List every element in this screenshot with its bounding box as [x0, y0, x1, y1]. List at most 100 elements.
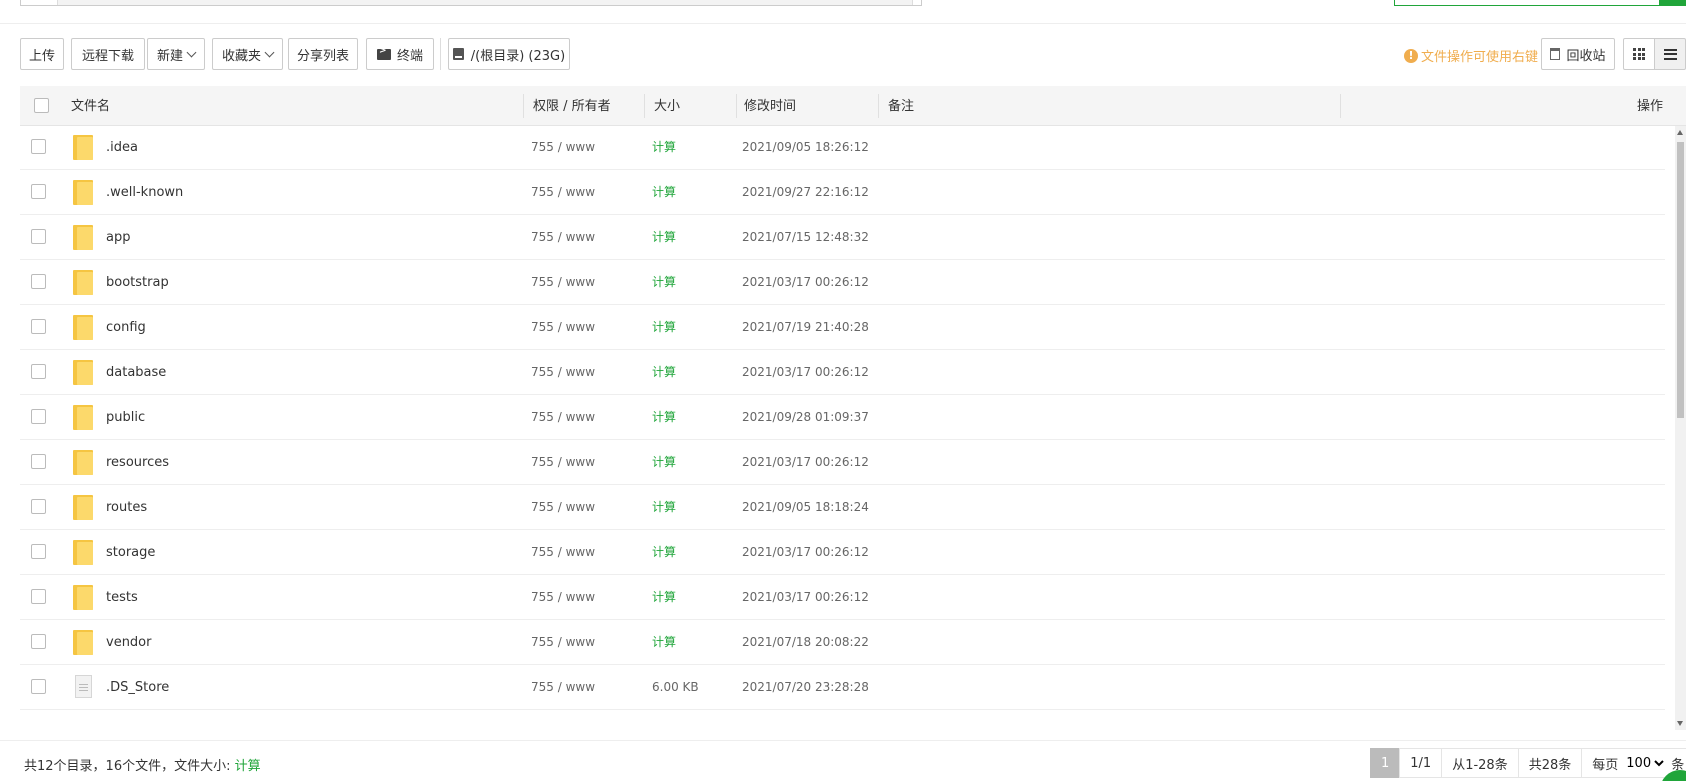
file-name[interactable]: storage	[106, 530, 155, 575]
table-scrollbar[interactable]	[1675, 126, 1686, 730]
file-name[interactable]: routes	[106, 485, 147, 530]
upload-button[interactable]: 上传	[20, 38, 64, 70]
file-size[interactable]: 计算	[652, 260, 676, 305]
row-checkbox[interactable]	[31, 409, 46, 424]
total-count: 共28条	[1517, 748, 1583, 778]
perm-owner[interactable]: 755 / www	[531, 530, 595, 575]
file-size[interactable]: 计算	[652, 305, 676, 350]
file-name[interactable]: .well-known	[106, 170, 183, 215]
file-size[interactable]: 计算	[652, 215, 676, 260]
search-button[interactable]	[1659, 0, 1685, 5]
table-row[interactable]: database 755 / www 计算 2021/03/17 00:26:12	[20, 350, 1665, 395]
table-row[interactable]: .DS_Store 755 / www 6.00 KB 2021/07/20 23:2…	[20, 665, 1665, 710]
file-name[interactable]: .DS_Store	[106, 665, 169, 710]
row-checkbox[interactable]	[31, 589, 46, 604]
terminal-button[interactable]: 终端	[366, 38, 434, 70]
file-size[interactable]: 计算	[652, 170, 676, 215]
row-checkbox[interactable]	[31, 544, 46, 559]
terminal-icon	[376, 46, 391, 60]
file-size[interactable]: 计算	[652, 530, 676, 575]
hint-label: 文件操作可使用右键	[1421, 50, 1539, 65]
file-name[interactable]: vendor	[106, 620, 151, 665]
perm-owner[interactable]: 755 / www	[531, 395, 595, 440]
per-page-select[interactable]: 100	[1622, 754, 1668, 772]
scroll-thumb[interactable]	[1677, 142, 1684, 418]
row-checkbox[interactable]	[31, 319, 46, 334]
share-list-button[interactable]: 分享列表	[288, 38, 358, 70]
file-name[interactable]: tests	[106, 575, 138, 620]
toolbar-divider	[440, 38, 441, 70]
pagination: 1 1/1 从1-28条 共28条 每页 100 条	[1370, 748, 1686, 778]
scroll-down-arrow[interactable]	[1677, 721, 1683, 726]
disk-button[interactable]: /(根目录) (23G)	[448, 38, 570, 70]
table-row[interactable]: public 755 / www 计算 2021/09/28 01:09:37	[20, 395, 1665, 440]
new-label: 新建	[156, 48, 183, 64]
list-view-button[interactable]	[1654, 38, 1686, 70]
table-row[interactable]: .well-known 755 / www 计算 2021/09/27 22:16:1…	[20, 170, 1665, 215]
header-name[interactable]: 文件名	[71, 86, 110, 126]
table-row[interactable]: config 755 / www 计算 2021/07/19 21:40:28	[20, 305, 1665, 350]
file-name[interactable]: .idea	[106, 126, 138, 170]
new-dropdown-button[interactable]: 新建	[147, 38, 205, 70]
header-mtime[interactable]: 修改时间	[744, 86, 796, 126]
calc-total-size-link[interactable]: 计算	[235, 759, 261, 774]
file-size[interactable]: 计算	[652, 575, 676, 620]
file-name[interactable]: database	[106, 350, 166, 395]
row-checkbox[interactable]	[31, 679, 46, 694]
file-size[interactable]: 计算	[652, 395, 676, 440]
file-list: .idea 755 / www 计算 2021/09/05 18:26:12 .well…	[20, 126, 1686, 730]
perm-owner[interactable]: 755 / www	[531, 126, 595, 170]
path-segment[interactable]	[57, 0, 913, 5]
recycle-bin-button[interactable]: 回收站	[1541, 38, 1615, 70]
favorites-label: 收藏夹	[221, 48, 261, 64]
row-checkbox[interactable]	[31, 139, 46, 154]
table-row[interactable]: app 755 / www 计算 2021/07/15 12:48:32	[20, 215, 1665, 260]
search-input[interactable]	[1394, 0, 1686, 6]
file-name[interactable]: bootstrap	[106, 260, 169, 305]
file-size[interactable]: 计算	[652, 440, 676, 485]
header-size[interactable]: 大小	[654, 86, 680, 126]
select-all-checkbox[interactable]	[34, 98, 49, 113]
path-input[interactable]	[20, 0, 922, 6]
file-size[interactable]: 计算	[652, 485, 676, 530]
file-name[interactable]: app	[106, 215, 130, 260]
file-size[interactable]: 计算	[652, 126, 676, 170]
perm-owner[interactable]: 755 / www	[531, 215, 595, 260]
perm-owner[interactable]: 755 / www	[531, 350, 595, 395]
file-name[interactable]: config	[106, 305, 146, 350]
list-icon	[1663, 48, 1677, 60]
header-perm-owner[interactable]: 权限 / 所有者	[533, 86, 611, 126]
grid-view-button[interactable]	[1623, 38, 1655, 70]
favorites-dropdown-button[interactable]: 收藏夹	[212, 38, 283, 70]
perm-owner[interactable]: 755 / www	[531, 305, 595, 350]
file-size[interactable]: 计算	[652, 620, 676, 665]
perm-owner[interactable]: 755 / www	[531, 575, 595, 620]
perm-owner[interactable]: 755 / www	[531, 440, 595, 485]
file-name[interactable]: public	[106, 395, 145, 440]
table-row[interactable]: vendor 755 / www 计算 2021/07/18 20:08:22	[20, 620, 1665, 665]
table-row[interactable]: resources 755 / www 计算 2021/03/17 00:26:12	[20, 440, 1665, 485]
perm-owner[interactable]: 755 / www	[531, 665, 595, 710]
perm-owner[interactable]: 755 / www	[531, 485, 595, 530]
row-checkbox[interactable]	[31, 634, 46, 649]
row-checkbox[interactable]	[31, 364, 46, 379]
table-row[interactable]: .idea 755 / www 计算 2021/09/05 18:26:12	[20, 126, 1665, 170]
row-checkbox[interactable]	[31, 229, 46, 244]
perm-owner[interactable]: 755 / www	[531, 260, 595, 305]
page-current[interactable]: 1	[1370, 748, 1401, 778]
file-size[interactable]: 计算	[652, 350, 676, 395]
perm-owner[interactable]: 755 / www	[531, 620, 595, 665]
perm-owner[interactable]: 755 / www	[531, 170, 595, 215]
table-row[interactable]: storage 755 / www 计算 2021/03/17 00:26:12	[20, 530, 1665, 575]
row-checkbox[interactable]	[31, 274, 46, 289]
table-row[interactable]: routes 755 / www 计算 2021/09/05 18:18:24	[20, 485, 1665, 530]
table-row[interactable]: tests 755 / www 计算 2021/03/17 00:26:12	[20, 575, 1665, 620]
row-checkbox[interactable]	[31, 454, 46, 469]
scroll-up-arrow[interactable]	[1677, 130, 1683, 135]
row-checkbox[interactable]	[31, 184, 46, 199]
row-checkbox[interactable]	[31, 499, 46, 514]
file-name[interactable]: resources	[106, 440, 169, 485]
folder-icon	[73, 540, 93, 565]
remote-download-button[interactable]: 远程下载	[71, 38, 145, 70]
table-row[interactable]: bootstrap 755 / www 计算 2021/03/17 00:26:12	[20, 260, 1665, 305]
